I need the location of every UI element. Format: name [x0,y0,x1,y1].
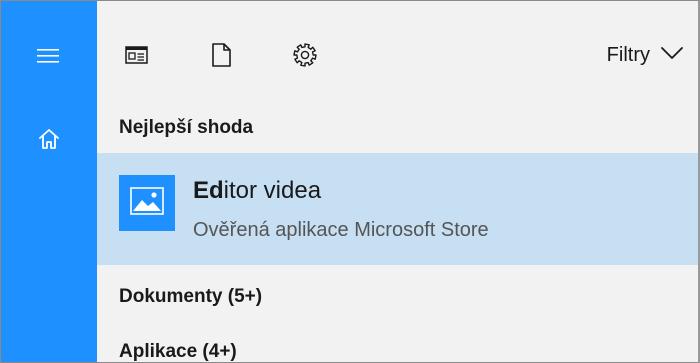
apps-heading[interactable]: Aplikace (4+) [119,341,237,362]
app-title-match: Ed [193,177,224,204]
chevron-down-icon [660,45,684,65]
search-window: Filtry Nejlepší shoda Editor videa Ověře… [0,0,700,363]
hamburger-menu-icon[interactable] [37,48,59,63]
filters-label: Filtry [606,43,650,66]
news-icon[interactable] [123,41,151,69]
toolbar: Filtry [97,1,698,101]
left-rail [1,1,97,362]
filters-dropdown[interactable]: Filtry [607,41,684,69]
app-tile [119,175,175,231]
document-icon[interactable] [207,41,235,69]
app-title-rest: itor videa [223,177,322,204]
app-title: Editor videa [193,177,321,205]
photo-icon [130,187,164,219]
best-match-heading: Nejlepší shoda [119,117,254,138]
best-match-result[interactable]: Editor videa Ověřená aplikace Microsoft … [97,153,698,265]
search-results-panel: Filtry Nejlepší shoda Editor videa Ověře… [97,1,698,362]
documents-heading[interactable]: Dokumenty (5+) [119,286,262,308]
app-subtitle: Ověřená aplikace Microsoft Store [193,219,489,241]
gear-icon[interactable] [291,41,319,69]
home-icon[interactable] [37,127,61,151]
